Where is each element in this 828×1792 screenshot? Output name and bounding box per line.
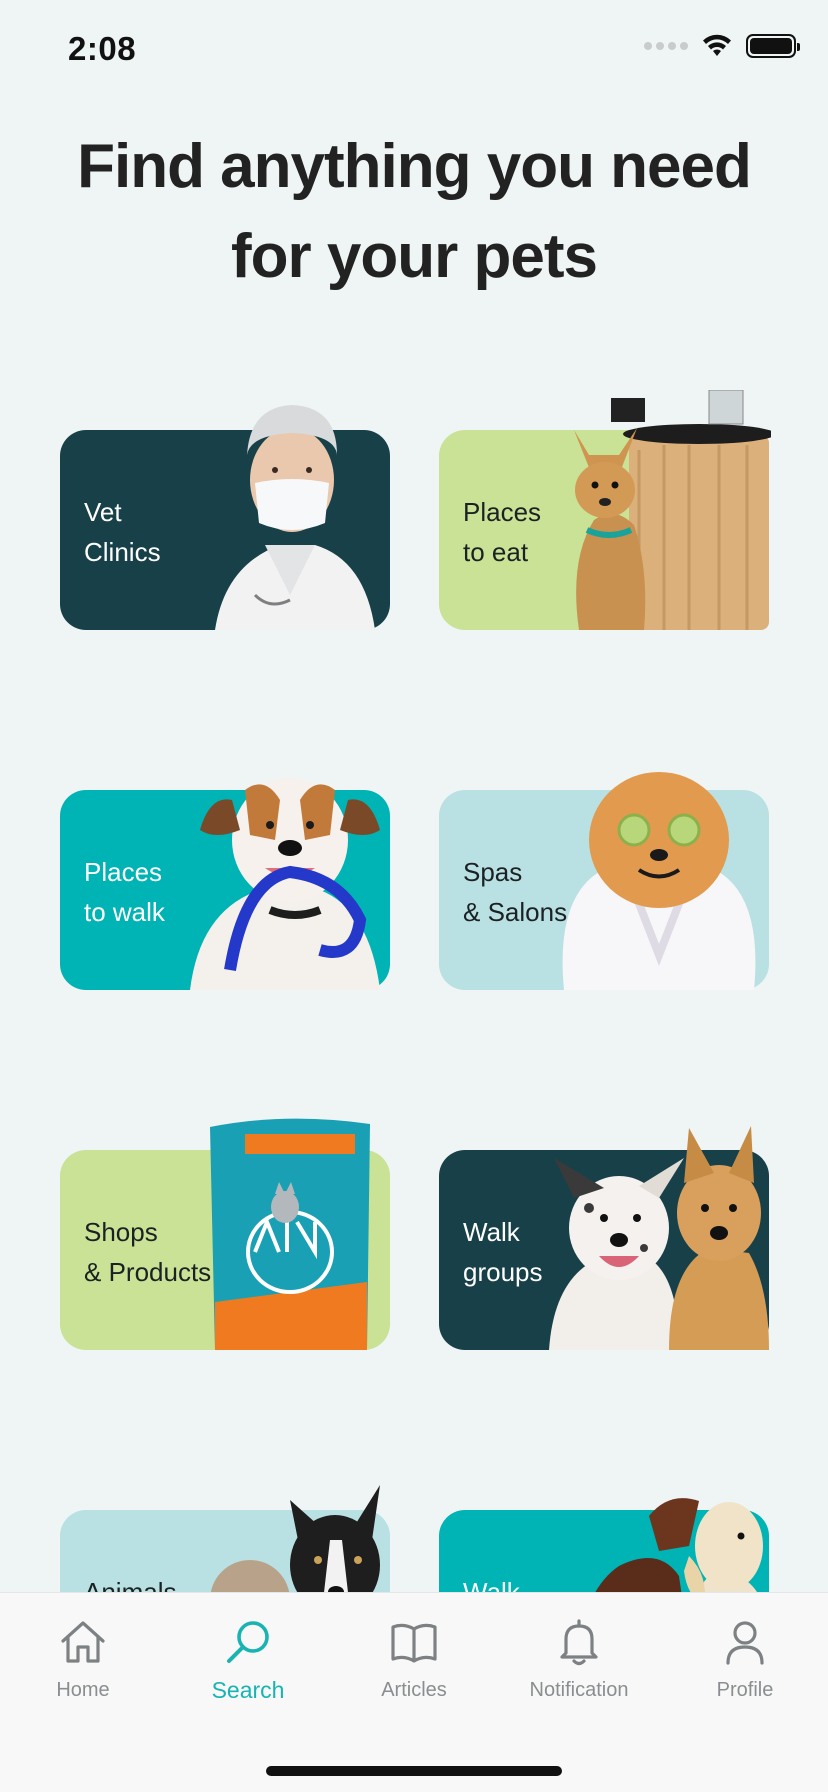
category-label: Spas & Salons: [463, 857, 568, 927]
category-label: Shops & Products: [84, 1217, 212, 1287]
bell-icon: [560, 1619, 598, 1666]
category-label: Walk groups: [463, 1217, 543, 1287]
chihuahua-image: [574, 390, 771, 630]
tab-profile[interactable]: Profile: [675, 1617, 815, 1702]
category-card-spas-salons[interactable]: Spas & Salons: [439, 772, 769, 990]
category-card-vet-clinics[interactable]: Vet Clinics: [60, 405, 390, 630]
search-icon: [227, 1621, 269, 1663]
tab-label: Notification: [529, 1679, 629, 1701]
home-indicator: [266, 1766, 562, 1776]
category-card-walk-groups[interactable]: Walk groups: [439, 1126, 769, 1350]
category-label: Vet Clinics: [84, 497, 161, 567]
vet-person-image: [215, 405, 375, 630]
category-card-places-to-eat[interactable]: Places to eat: [439, 390, 771, 630]
tab-articles[interactable]: Articles: [344, 1617, 484, 1702]
tab-label: Profile: [716, 1679, 774, 1701]
dog-with-leash-image: [190, 778, 380, 990]
two-dogs-image: [549, 1126, 769, 1350]
bottom-tab-bar: Home Search Articles Notification Profil…: [0, 1592, 828, 1792]
pomeranian-spa-image: [562, 772, 756, 990]
category-card-shops-products[interactable]: Shops & Products: [60, 1118, 390, 1350]
tab-home[interactable]: Home: [13, 1617, 153, 1702]
tab-notification[interactable]: Notification: [509, 1617, 649, 1702]
tab-search[interactable]: Search: [178, 1617, 318, 1704]
category-label: Places to walk: [84, 857, 165, 927]
pet-food-bag-image: [210, 1118, 370, 1350]
tab-label: Search: [211, 1677, 285, 1703]
tab-label: Articles: [381, 1679, 447, 1701]
category-grid: Vet Clinics Places to eat Places to walk…: [0, 0, 828, 1792]
category-label: Places to eat: [463, 497, 542, 567]
home-icon: [61, 1621, 105, 1663]
book-icon: [391, 1623, 437, 1663]
user-icon: [726, 1621, 764, 1665]
category-card-places-to-walk[interactable]: Places to walk: [60, 778, 390, 990]
tab-label: Home: [56, 1679, 110, 1701]
